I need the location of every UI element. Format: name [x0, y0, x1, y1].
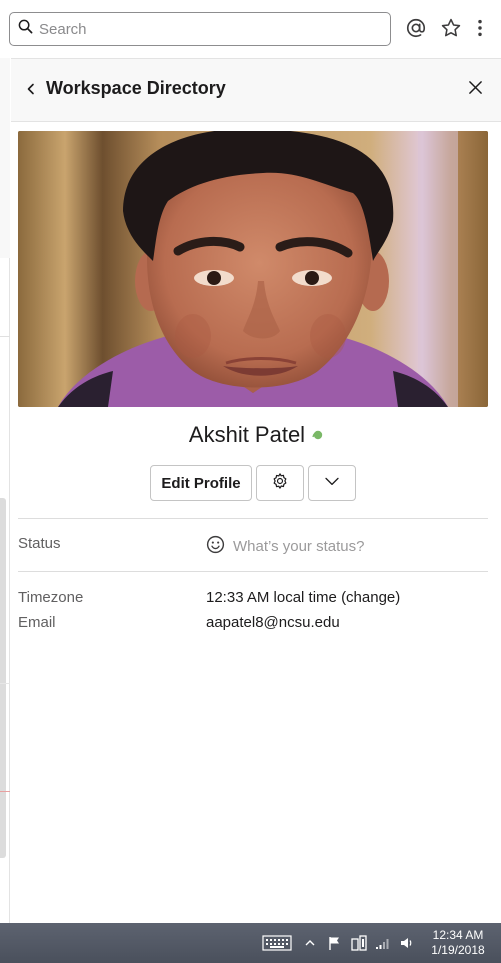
- background-divider: [0, 336, 10, 337]
- profile-actions: Edit Profile: [11, 465, 501, 501]
- profile-name-row: Akshit Patel: [11, 422, 501, 448]
- windows-taskbar: 12:34 AM 1/19/2018: [0, 923, 501, 963]
- keyboard-icon[interactable]: [262, 933, 292, 953]
- edit-profile-label: Edit Profile: [161, 474, 241, 492]
- background-scrollbar[interactable]: [0, 498, 6, 858]
- star-icon[interactable]: [438, 15, 464, 41]
- search-box[interactable]: [9, 12, 391, 46]
- volume-icon[interactable]: [398, 933, 416, 953]
- background-channel-pane: [0, 58, 10, 923]
- background-shade: [0, 58, 10, 258]
- more-vertical-icon[interactable]: [467, 15, 493, 41]
- search-icon: [18, 19, 33, 39]
- close-button[interactable]: [464, 79, 486, 101]
- profile-more-button[interactable]: [308, 465, 356, 501]
- close-icon: [468, 80, 483, 100]
- mentions-icon[interactable]: [403, 15, 429, 41]
- timezone-value[interactable]: 12:33 AM local time (change): [206, 589, 400, 606]
- signal-icon[interactable]: [374, 933, 392, 953]
- network-icon[interactable]: [350, 933, 368, 953]
- gear-icon: [271, 472, 289, 494]
- back-button[interactable]: [21, 81, 41, 101]
- background-divider: [0, 683, 10, 684]
- top-bar: [0, 0, 501, 58]
- section-divider: [18, 571, 488, 572]
- clock-date: 1/19/2018: [431, 943, 485, 957]
- profile-photo-drawing: [18, 131, 488, 407]
- section-divider: [18, 518, 488, 519]
- flag-icon[interactable]: [326, 933, 344, 953]
- new-messages-line: [0, 791, 10, 792]
- panel-title: Workspace Directory: [46, 78, 226, 98]
- chevron-down-icon: [323, 472, 341, 494]
- profile-name: Akshit Patel: [188, 422, 306, 447]
- panel-header: Workspace Directory: [11, 58, 501, 122]
- tray-up-icon[interactable]: [303, 933, 317, 953]
- profile-settings-button[interactable]: [256, 465, 304, 501]
- status-placeholder: What’s your status?: [233, 538, 365, 555]
- edit-profile-button[interactable]: Edit Profile: [150, 465, 252, 501]
- email-label: Email: [18, 614, 56, 631]
- status-label: Status: [18, 535, 61, 552]
- workspace-directory-panel: Workspace Directory Akshit Patel Edit Pr…: [11, 58, 501, 923]
- email-value[interactable]: aapatel8@ncsu.edu: [206, 614, 340, 631]
- taskbar-clock[interactable]: 12:34 AM 1/19/2018: [420, 928, 496, 958]
- clock-time: 12:34 AM: [432, 928, 484, 942]
- active-presence-icon: [311, 421, 323, 447]
- search-input[interactable]: [39, 20, 369, 38]
- timezone-label: Timezone: [18, 589, 84, 606]
- status-field[interactable]: What’s your status?: [206, 535, 364, 558]
- profile-photo: [18, 131, 488, 407]
- chevron-left-icon: [25, 82, 37, 100]
- smiley-icon: [206, 535, 233, 558]
